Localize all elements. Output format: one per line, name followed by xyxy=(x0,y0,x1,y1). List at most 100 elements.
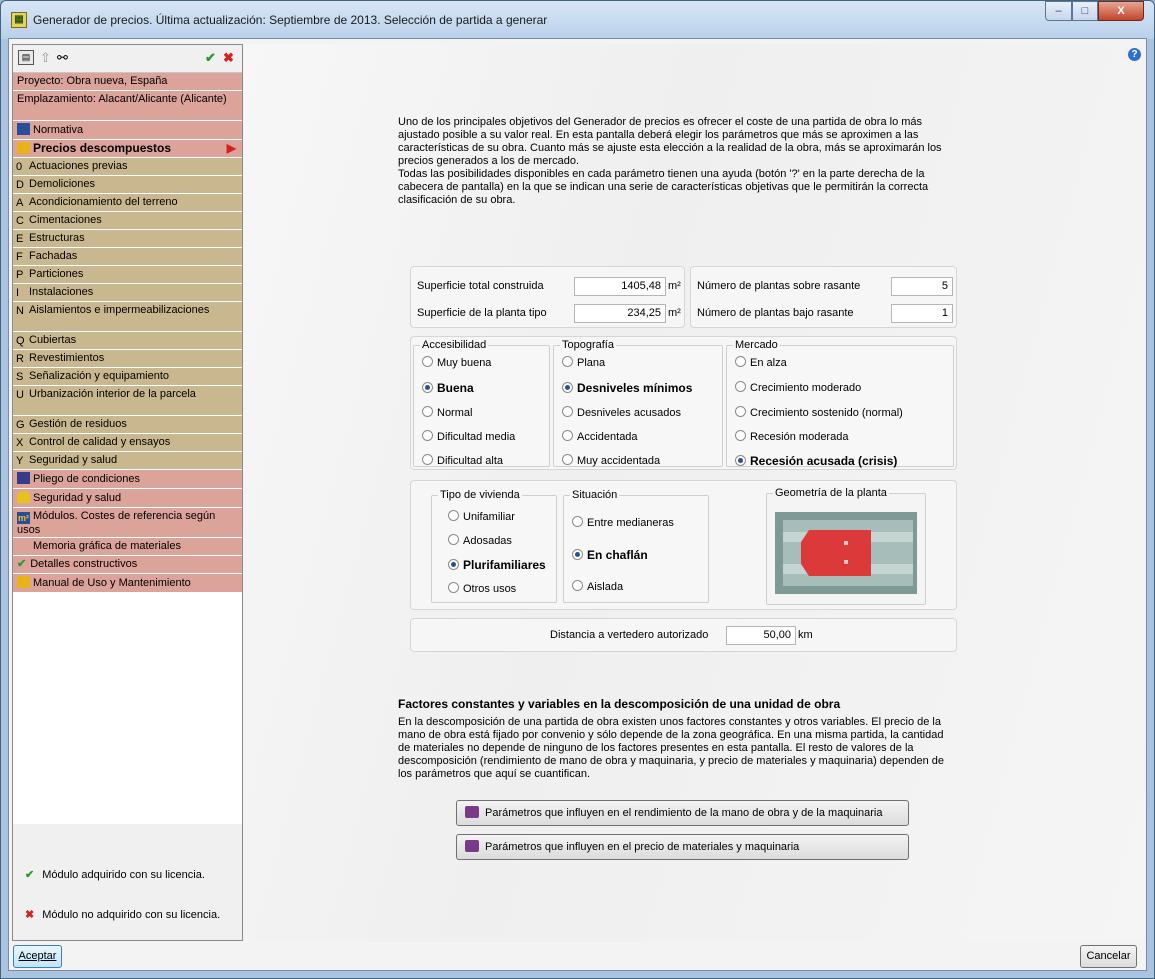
sidebar-item-label: Control de calidad y ensayos xyxy=(29,436,171,448)
radio-entre-medianeras[interactable]: Entre medianeras xyxy=(572,516,674,529)
radio-buena[interactable]: Buena xyxy=(422,381,474,395)
radio-accidentada[interactable]: Accidentada xyxy=(562,430,638,443)
sidebar-item-label: Demoliciones xyxy=(29,178,96,190)
sidebar-item-label: Proyecto: Obra nueva, España xyxy=(17,75,168,87)
radio-otros-usos[interactable]: Otros usos xyxy=(448,582,516,595)
sidebar-item-manual[interactable]: Manual de Uso y Mantenimiento xyxy=(13,574,242,593)
check-icon: ✔ xyxy=(17,558,27,570)
plantas-bajo-input[interactable]: 1 xyxy=(891,304,953,323)
sidebar-item-g[interactable]: G Gestión de residuos xyxy=(13,416,242,434)
radio-selected-icon xyxy=(422,382,433,393)
sidebar-item-modulos[interactable]: m² Módulos. Costes de referencia según us… xyxy=(13,508,242,538)
item-code: Y xyxy=(16,455,24,467)
sidebar-item-q[interactable]: Q Cubiertas xyxy=(13,332,242,350)
app-icon: ▦ xyxy=(11,12,27,28)
sidebar-menu: Proyecto: Obra nueva, España Emplazamien… xyxy=(13,73,242,593)
superficie-tipo-input[interactable]: 234,25 xyxy=(574,304,666,323)
sidebar-item-precios[interactable]: Precios descompuestos ▶ xyxy=(13,140,242,158)
sidebar-item-p[interactable]: P Particiones xyxy=(13,266,242,284)
radio-dificultad-media[interactable]: Dificultad media xyxy=(422,430,515,443)
sidebar-item-x[interactable]: X Control de calidad y ensayos xyxy=(13,434,242,452)
sidebar-item-memoria[interactable]: Memoria gráfica de materiales xyxy=(13,538,242,556)
minimize-button[interactable]: – xyxy=(1045,1,1072,21)
distancia-input[interactable]: 50,00 xyxy=(726,626,796,645)
sidebar-item-detalles[interactable]: ✔ Detalles constructivos xyxy=(13,556,242,574)
radio-aislada[interactable]: Aislada xyxy=(572,580,623,593)
accesibilidad-group: Accesibilidad Muy buena Buena Normal Dif… xyxy=(413,339,550,467)
superficie-total-input[interactable]: 1405,48 xyxy=(574,277,666,296)
radio-adosadas[interactable]: Adosadas xyxy=(448,534,512,547)
distancia-box: Distancia a vertedero autorizado 50,00 k… xyxy=(410,618,957,652)
sidebar-item-i[interactable]: I Instalaciones xyxy=(13,284,242,302)
superficie-total-label: Superficie total construida xyxy=(417,280,544,292)
cancel-button[interactable]: Cancelar xyxy=(1080,945,1137,968)
group-title: Mercado xyxy=(733,339,780,351)
radio-icon xyxy=(422,430,433,441)
sidebar-item-seguridad[interactable]: Seguridad y salud xyxy=(13,489,242,508)
building-chamfer xyxy=(801,530,829,576)
sidebar-item-label: Emplazamiento: Alacant/Alicante (Alicant… xyxy=(17,93,227,105)
sidebar-item-a[interactable]: A Acondicionamiento del terreno xyxy=(13,194,242,212)
binoculars-icon[interactable]: ⚯ xyxy=(57,51,68,65)
sidebar-item-label: Estructuras xyxy=(29,232,85,244)
radio-plana[interactable]: Plana xyxy=(562,356,605,369)
sidebar-item-c[interactable]: C Cimentaciones xyxy=(13,212,242,230)
helmet-icon xyxy=(17,491,30,503)
rendimiento-button[interactable]: Parámetros que influyen en el rendimient… xyxy=(456,800,909,826)
radio-crecimiento-moderado[interactable]: Crecimiento moderado xyxy=(735,381,861,394)
item-code: I xyxy=(16,287,20,299)
radio-plurifamiliares[interactable]: Plurifamiliares xyxy=(448,558,546,572)
sidebar-item-label: Pliego de condiciones xyxy=(33,473,141,485)
radio-unifamiliar[interactable]: Unifamiliar xyxy=(448,510,515,523)
radio-crecimiento-sostenido[interactable]: Crecimiento sostenido (normal) xyxy=(735,406,903,419)
sidebar-item-pliego[interactable]: Pliego de condiciones xyxy=(13,470,242,489)
radio-muy-buena[interactable]: Muy buena xyxy=(422,356,491,369)
sidebar-item-d[interactable]: D Demoliciones xyxy=(13,176,242,194)
up-arrow-icon[interactable]: ⇧ xyxy=(40,51,51,65)
sidebar-item-proyecto[interactable]: Proyecto: Obra nueva, España xyxy=(13,73,242,91)
help-icon[interactable]: ? xyxy=(1128,48,1141,61)
close-button[interactable]: X xyxy=(1098,1,1144,21)
sidebar-item-s[interactable]: S Señalización y equipamiento xyxy=(13,368,242,386)
item-code: Q xyxy=(16,335,25,347)
group-title: Geometría de la planta xyxy=(773,487,889,499)
expand-arrow-icon[interactable]: ▶ xyxy=(227,142,236,155)
legend-text: Módulo adquirido con su licencia. xyxy=(42,869,205,881)
radio-icon xyxy=(448,582,459,593)
radio-muy-accidentada[interactable]: Muy accidentada xyxy=(562,454,660,467)
radio-label: Buena xyxy=(437,381,474,395)
radio-recesion-moderada[interactable]: Recesión moderada xyxy=(735,430,848,443)
radio-en-alza[interactable]: En alza xyxy=(735,356,787,369)
sidebar-item-y[interactable]: Y Seguridad y salud xyxy=(13,452,242,470)
sidebar-item-e[interactable]: E Estructuras xyxy=(13,230,242,248)
view-icon[interactable]: ▤ xyxy=(18,50,34,65)
sidebar-item-normativa[interactable]: Normativa xyxy=(13,121,242,140)
superficie-tipo-label: Superficie de la planta tipo xyxy=(417,307,547,319)
item-code: F xyxy=(16,251,23,263)
cross-icon[interactable]: ✖ xyxy=(223,51,234,65)
sidebar-item-label: Manual de Uso y Mantenimiento xyxy=(33,577,191,589)
radio-en-chaflan[interactable]: En chaflán xyxy=(572,548,648,562)
sidebar-item-0[interactable]: 0 Actuaciones previas xyxy=(13,158,242,176)
maximize-button[interactable]: □ xyxy=(1072,1,1098,21)
sidebar-item-u[interactable]: U Urbanización interior de la parcela xyxy=(13,386,242,416)
sidebar-item-f[interactable]: F Fachadas xyxy=(13,248,242,266)
precio-materiales-button[interactable]: Parámetros que influyen en el precio de … xyxy=(456,834,909,860)
item-code: D xyxy=(16,179,24,191)
radio-desniveles-acusados[interactable]: Desniveles acusados xyxy=(562,406,681,419)
legend-text: Módulo no adquirido con su licencia. xyxy=(42,909,221,921)
radio-recesion-acusada[interactable]: Recesión acusada (crisis) xyxy=(735,454,897,468)
check-icon[interactable]: ✔ xyxy=(205,51,216,65)
m2-icon: m² xyxy=(17,512,30,524)
sidebar-item-emplazamiento[interactable]: Emplazamiento: Alacant/Alicante (Alicant… xyxy=(13,91,242,121)
plantas-sobre-label: Número de plantas sobre rasante xyxy=(697,280,861,292)
accept-button[interactable]: Aceptar xyxy=(13,945,62,968)
sidebar-item-r[interactable]: R Revestimientos xyxy=(13,350,242,368)
plantas-sobre-input[interactable]: 5 xyxy=(891,277,953,296)
radio-desniveles-minimos[interactable]: Desniveles mínimos xyxy=(562,381,692,395)
radio-normal[interactable]: Normal xyxy=(422,406,472,419)
item-code: R xyxy=(16,353,24,365)
sidebar-item-n[interactable]: N Aislamientos e impermeabilizaciones xyxy=(13,302,242,332)
radio-dificultad-alta[interactable]: Dificultad alta xyxy=(422,454,503,467)
sidebar: ▤ ⇧ ⚯ ✔ ✖ Proyecto: Obra nueva, España E… xyxy=(12,44,243,941)
